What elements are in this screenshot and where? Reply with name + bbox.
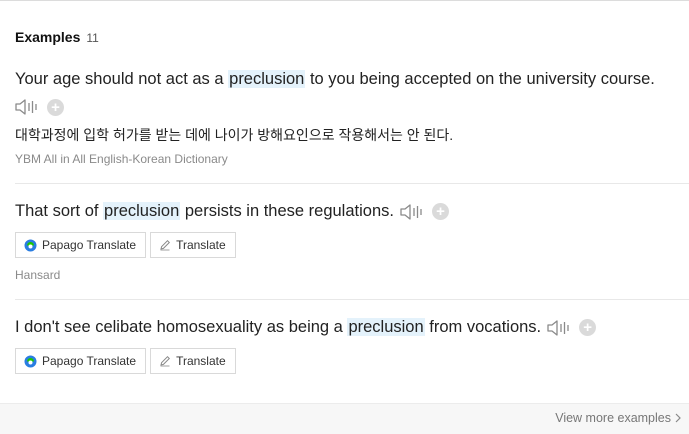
- add-icon[interactable]: +: [47, 98, 64, 116]
- examples-count: 11: [86, 31, 99, 45]
- sentence-text: to you being accepted on the university …: [305, 70, 655, 88]
- highlighted-word: preclusion: [228, 70, 306, 88]
- examples-footer: View more examples: [0, 403, 689, 434]
- sentence-text: That sort of preclusion persists in thes…: [15, 202, 394, 220]
- highlighted-word: preclusion: [103, 202, 181, 220]
- example-sentence-3: I don't see celibate homosexuality as be…: [15, 318, 597, 337]
- examples-title: Examples: [15, 29, 81, 45]
- view-more-examples-link[interactable]: View more examples: [555, 411, 681, 425]
- papago-translate-label: Papago Translate: [42, 238, 137, 252]
- translate-button[interactable]: Translate: [150, 348, 236, 374]
- examples-heading: Examples 11: [15, 29, 99, 45]
- speaker-icon[interactable]: [15, 98, 39, 116]
- view-more-label: View more examples: [555, 411, 671, 425]
- pencil-icon: [160, 355, 171, 367]
- speaker-icon[interactable]: [400, 203, 424, 221]
- example-translation: 대학과정에 입학 허가를 받는 데에 나이가 방해요인으로 작용해서는 안 된다…: [15, 127, 454, 143]
- translate-buttons: Papago Translate Translate: [15, 348, 236, 374]
- translate-buttons: Papago Translate Translate: [15, 232, 236, 258]
- papago-logo-icon: [24, 239, 37, 251]
- speaker-icon[interactable]: [547, 319, 571, 337]
- translate-label: Translate: [176, 354, 226, 368]
- papago-translate-button[interactable]: Papago Translate: [15, 232, 147, 258]
- example-source: YBM All in All English-Korean Dictionary: [15, 152, 228, 166]
- translate-button[interactable]: Translate: [150, 232, 236, 258]
- example-sentence-2: That sort of preclusion persists in thes…: [15, 202, 449, 221]
- papago-logo-icon: [24, 355, 37, 367]
- example-source: Hansard: [15, 268, 61, 282]
- chevron-right-icon: [675, 413, 681, 423]
- pencil-icon: [160, 239, 171, 251]
- translate-label: Translate: [176, 238, 226, 252]
- papago-translate-label: Papago Translate: [42, 354, 137, 368]
- highlighted-word: preclusion: [347, 318, 425, 336]
- sentence-text: I don't see celibate homosexuality as be…: [15, 318, 542, 336]
- example-1-actions: +: [15, 98, 64, 116]
- divider: [15, 299, 689, 300]
- top-border: [0, 0, 689, 1]
- example-sentence-1: Your age should not act as a preclusion …: [15, 70, 655, 89]
- add-icon[interactable]: +: [579, 319, 597, 336]
- add-icon[interactable]: +: [431, 203, 449, 220]
- papago-translate-button[interactable]: Papago Translate: [15, 348, 147, 374]
- sentence-text: Your age should not act as a: [15, 70, 229, 88]
- divider: [15, 183, 689, 184]
